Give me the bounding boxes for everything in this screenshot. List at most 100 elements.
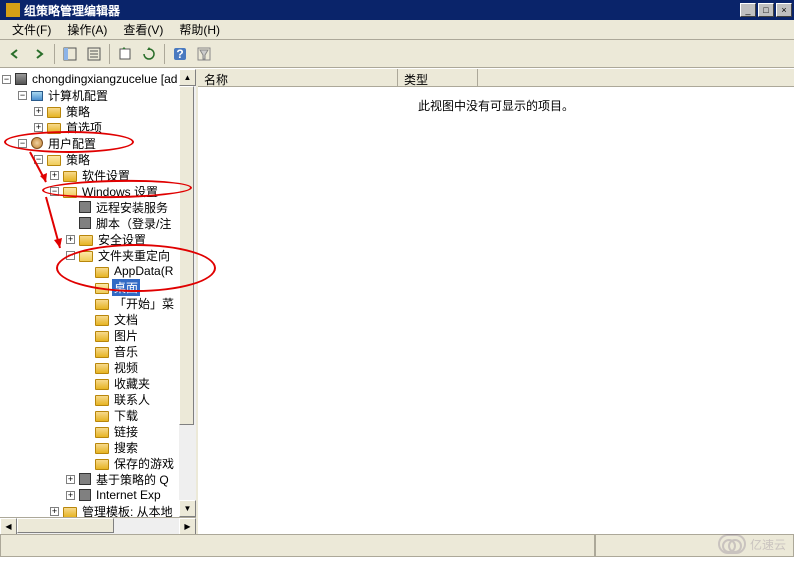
folder-icon: [95, 331, 109, 342]
tree-label: Internet Exp: [94, 488, 163, 502]
tree-label: 图片: [112, 327, 140, 344]
expander-plus-icon[interactable]: +: [34, 107, 43, 116]
tree-admin-templates[interactable]: +管理模板: 从本地: [0, 503, 196, 517]
column-type[interactable]: 类型: [398, 69, 478, 87]
tree-appdata[interactable]: AppData(R: [0, 263, 196, 279]
tree-policies[interactable]: +策略: [0, 103, 196, 119]
tree-remote-install[interactable]: 远程安装服务: [0, 199, 196, 215]
expander-minus-icon[interactable]: −: [34, 155, 43, 164]
column-name[interactable]: 名称: [198, 69, 398, 87]
folder-icon: [47, 107, 61, 118]
tree-links[interactable]: 链接: [0, 423, 196, 439]
scroll-thumb[interactable]: [17, 518, 114, 533]
expander-minus-icon[interactable]: −: [50, 187, 59, 196]
watermark: 亿速云: [718, 534, 786, 554]
tree-software-settings[interactable]: +软件设置: [0, 167, 196, 183]
tree-label: Windows 设置: [80, 183, 160, 200]
tree-panel: −chongdingxiangzucelue [ad −计算机配置 +策略 +首…: [0, 69, 198, 534]
tree-label: 计算机配置: [46, 87, 110, 104]
forward-button[interactable]: [28, 43, 50, 65]
properties-button[interactable]: [83, 43, 105, 65]
menu-help[interactable]: 帮助(H): [171, 19, 228, 40]
help-button[interactable]: ?: [169, 43, 191, 65]
tree-preferences[interactable]: + 首选项: [0, 119, 196, 135]
tree-music[interactable]: 音乐: [0, 343, 196, 359]
tree-windows-settings[interactable]: − Windows 设置: [0, 183, 196, 199]
tree-policy-qos[interactable]: +基于策略的 Q: [0, 471, 196, 487]
expander-plus-icon[interactable]: +: [34, 123, 43, 132]
expander-plus-icon[interactable]: +: [66, 491, 75, 500]
expander-minus-icon[interactable]: −: [18, 91, 27, 100]
tree-label: 用户配置: [46, 135, 98, 152]
tree-pictures[interactable]: 图片: [0, 327, 196, 343]
minimize-button[interactable]: _: [740, 3, 756, 17]
column-spacer: [478, 69, 794, 87]
scroll-thumb[interactable]: [179, 86, 194, 425]
list-header: 名称 类型: [198, 69, 794, 87]
tree-vertical-scrollbar[interactable]: ▲ ▼: [179, 69, 196, 517]
export-button[interactable]: [114, 43, 136, 65]
menubar: 文件(F) 操作(A) 查看(V) 帮助(H): [0, 20, 794, 40]
scroll-down-button[interactable]: ▼: [179, 500, 196, 517]
tree-internet-explorer[interactable]: + Internet Exp: [0, 487, 196, 503]
tree-searches[interactable]: 搜索: [0, 439, 196, 455]
close-button[interactable]: ×: [776, 3, 792, 17]
folder-open-icon: [95, 283, 109, 294]
tree-scripts[interactable]: 脚本（登录/注: [0, 215, 196, 231]
folder-icon: [63, 507, 77, 518]
empty-message: 此视图中没有可显示的项目。: [418, 97, 574, 114]
menu-file[interactable]: 文件(F): [4, 19, 59, 40]
expander-minus-icon[interactable]: −: [2, 75, 11, 84]
tree-policies2[interactable]: − 策略: [0, 151, 196, 167]
tree-downloads[interactable]: 下载: [0, 407, 196, 423]
expander-plus-icon[interactable]: +: [66, 475, 75, 484]
toolbar-separator: [109, 44, 110, 64]
expander-minus-icon[interactable]: −: [66, 251, 75, 260]
tree-label: AppData(R: [112, 264, 175, 278]
folder-open-icon: [63, 187, 77, 198]
tree-folder-redirect[interactable]: − 文件夹重定向: [0, 247, 196, 263]
menu-action[interactable]: 操作(A): [59, 19, 115, 40]
svg-text:?: ?: [176, 47, 183, 61]
filter-button[interactable]: [193, 43, 215, 65]
tree-computer-config[interactable]: − 计算机配置: [0, 87, 196, 103]
tree-root[interactable]: − chongdingxiangzucelue [ad: [0, 71, 196, 87]
tree-favorites[interactable]: 收藏夹: [0, 375, 196, 391]
tree-security-settings[interactable]: + 安全设置: [0, 231, 196, 247]
tree-horizontal-scrollbar[interactable]: ◀ ▶: [0, 517, 196, 534]
tree-label: 安全设置: [96, 231, 148, 248]
folder-icon: [95, 459, 109, 470]
tree-desktop[interactable]: 桌面: [0, 279, 196, 295]
tree-videos[interactable]: 视频: [0, 359, 196, 375]
back-button[interactable]: [4, 43, 26, 65]
scroll-right-button[interactable]: ▶: [179, 518, 196, 534]
tree-saved-games[interactable]: 保存的游戏: [0, 455, 196, 471]
tree-label: 「开始」菜: [112, 295, 176, 312]
refresh-button[interactable]: [138, 43, 160, 65]
scroll-up-button[interactable]: ▲: [179, 69, 196, 86]
tree-contacts[interactable]: 联系人: [0, 391, 196, 407]
expander-minus-icon[interactable]: −: [18, 139, 27, 148]
tree-user-config[interactable]: − 用户配置: [0, 135, 196, 151]
tree-label: 首选项: [64, 119, 104, 136]
tree-documents[interactable]: 文档: [0, 311, 196, 327]
toolbar-separator: [164, 44, 165, 64]
tree-label: 文件夹重定向: [96, 247, 172, 264]
tree-label: 收藏夹: [112, 375, 152, 392]
tree-label: 策略: [64, 151, 92, 168]
tree-label: 音乐: [112, 343, 140, 360]
maximize-button[interactable]: □: [758, 3, 774, 17]
statusbar: [0, 534, 794, 556]
folder-icon: [95, 363, 109, 374]
tree-label: chongdingxiangzucelue [ad: [30, 72, 179, 86]
expander-plus-icon[interactable]: +: [50, 171, 59, 180]
scroll-left-button[interactable]: ◀: [0, 518, 17, 534]
folder-open-icon: [79, 251, 93, 262]
tree-label: 链接: [112, 423, 140, 440]
tree-label: 远程安装服务: [94, 199, 170, 216]
tree-start-menu[interactable]: 「开始」菜: [0, 295, 196, 311]
show-hide-tree-button[interactable]: [59, 43, 81, 65]
expander-plus-icon[interactable]: +: [66, 235, 75, 244]
menu-view[interactable]: 查看(V): [115, 19, 171, 40]
expander-plus-icon[interactable]: +: [50, 507, 59, 516]
